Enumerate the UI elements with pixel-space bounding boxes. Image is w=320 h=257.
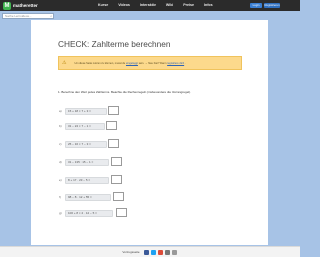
answer-input[interactable] — [108, 139, 119, 148]
logo-text: matheretter — [13, 2, 38, 8]
google-icon[interactable] — [157, 249, 163, 255]
task-row: e) 8 + 17 · 23 − 5 = — [59, 176, 109, 184]
main-nav: Kurse Videos Interaktiv Wiki Preise Info… — [98, 0, 223, 11]
notice-text-before: Um diese Seite nutzen zu können, musst d… — [74, 61, 126, 65]
search-icon[interactable]: ⌕ — [50, 14, 52, 18]
nav-item-kurse[interactable]: Kurse — [98, 0, 108, 11]
term-box: 25 − 16 × 7 − 3 = — [65, 140, 107, 148]
task-row: b) 31 − 24 × 7 − 1 = — [59, 122, 105, 130]
twitter-icon[interactable] — [150, 249, 156, 255]
email-icon[interactable] — [164, 249, 170, 255]
top-nav-bar: M matheretter Kurse Videos Interaktiv Wi… — [0, 0, 300, 11]
register-link[interactable]: registriere dich — [167, 62, 184, 65]
answer-input[interactable] — [106, 121, 117, 130]
answer-input[interactable] — [113, 192, 124, 201]
task-row: f) 98 − 8 · 12 + 55 = — [59, 193, 111, 201]
notice-text-after: . — [184, 61, 186, 65]
login-button[interactable]: Login — [250, 3, 262, 8]
notice-text: Um diese Seite nutzen zu können, musst d… — [70, 62, 185, 65]
term-box: 15 + 18 × 7 + 3 = — [65, 107, 107, 115]
term-box: 98 − 8 · 12 + 55 = — [65, 193, 111, 201]
task-instruction: 1. Berechne den Wert jedes Zahlterms. Be… — [58, 90, 191, 94]
page-title: CHECK: Zahlterme berechnen — [58, 39, 171, 49]
term-box: 31 − 24 × 7 − 1 = — [65, 122, 105, 130]
nav-item-videos[interactable]: Videos — [118, 0, 130, 11]
answer-input[interactable] — [111, 175, 122, 184]
share-icon[interactable] — [171, 249, 177, 255]
facebook-icon[interactable] — [143, 249, 149, 255]
nav-item-wiki[interactable]: Wiki — [166, 0, 173, 11]
logo-icon: M — [3, 1, 11, 10]
nav-item-infos[interactable]: Infos — [204, 0, 213, 11]
task-row: g) 100 + 8 × 2 · 12 − 5 = — [59, 209, 113, 217]
nav-item-interaktiv[interactable]: Interaktiv — [140, 0, 156, 11]
answer-input[interactable] — [111, 157, 122, 166]
warning-icon: ⚠ — [62, 60, 67, 66]
answer-input[interactable] — [116, 208, 127, 217]
site-logo[interactable]: M matheretter — [3, 1, 38, 10]
content-card: CHECK: Zahlterme berechnen ⚠ Um diese Se… — [31, 20, 268, 245]
term-box: 31 − 135 : 15 − 1 = — [65, 158, 109, 166]
task-row: d) 31 − 135 : 15 − 1 = — [59, 158, 109, 166]
term-box: 8 + 17 · 23 − 5 = — [65, 176, 109, 184]
term-box: 100 + 8 × 2 · 12 − 5 = — [65, 209, 113, 217]
search-input[interactable]: Suche Lernvideos... ⌕ — [2, 13, 54, 19]
bottom-bar: Vorzugsseite — [0, 246, 300, 257]
task-row: c) 25 − 16 × 7 − 3 = — [59, 140, 107, 148]
bottom-label: Vorzugsseite — [122, 250, 140, 254]
task-row: a) 15 + 18 × 7 + 3 = — [59, 107, 107, 115]
answer-input[interactable] — [108, 106, 119, 115]
nav-item-preise[interactable]: Preise — [183, 0, 194, 11]
register-button[interactable]: Registrieren — [264, 3, 280, 8]
login-notice: ⚠ Um diese Seite nutzen zu können, musst… — [58, 56, 242, 70]
notice-text-middle: sein. → Neu hier? Dann — [138, 61, 167, 65]
search-placeholder: Suche Lernvideos... — [5, 14, 32, 18]
login-link[interactable]: eingeloggt — [126, 62, 138, 65]
